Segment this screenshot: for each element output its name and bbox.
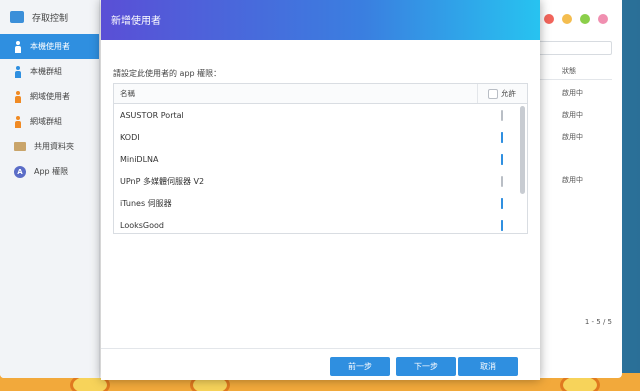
sidebar-item-label: 本機使用者 (30, 42, 70, 51)
folder-icon (14, 142, 26, 151)
allow-checkbox[interactable] (501, 109, 503, 121)
sidebar-item-local-groups[interactable]: 本機群組 (0, 59, 99, 84)
group-icon (14, 65, 22, 78)
pin-icon[interactable] (598, 14, 608, 24)
allow-checkbox[interactable] (501, 175, 503, 187)
list-item: MiniDLNA (114, 148, 527, 170)
next-button[interactable]: 下一步 (396, 357, 456, 376)
status-column-header[interactable]: 狀態 (532, 66, 612, 80)
allow-column-header: 允許 (477, 84, 527, 103)
dialog-divider (101, 348, 540, 349)
sidebar: 存取控制 本機使用者 本機群組 網域使用者 網域群組 共用資料夾 A App 權… (0, 0, 100, 378)
minimize-icon[interactable] (562, 14, 572, 24)
app-icon: A (14, 165, 26, 178)
close-icon[interactable] (544, 14, 554, 24)
search-input[interactable] (532, 41, 612, 55)
app-title-label: 存取控制 (32, 13, 69, 24)
window-controls (544, 14, 608, 24)
dialog-title: 新增使用者 (101, 0, 540, 40)
status-cell: 啟用中 (562, 133, 583, 141)
select-all-checkbox[interactable] (488, 88, 498, 99)
app-name: MiniDLNA (120, 154, 159, 164)
app-title: 存取控制 (0, 0, 99, 34)
app-name: ASUSTOR Portal (120, 110, 184, 120)
sidebar-item-label: 本機群組 (30, 67, 62, 76)
domain-group-icon (14, 115, 22, 128)
add-user-dialog: 新增使用者 請設定此使用者的 app 權限： 名稱 允許 ASUSTOR Por… (101, 0, 540, 380)
list-item: iTunes 伺服器 (114, 192, 527, 214)
sidebar-item-label: App 權限 (34, 167, 69, 176)
status-cell: 啟用中 (562, 89, 583, 97)
name-column-header: 名稱 (120, 89, 135, 98)
sidebar-item-domain-users[interactable]: 網域使用者 (0, 84, 99, 109)
list-item: KODI (114, 126, 527, 148)
allow-label: 允許 (501, 89, 516, 98)
list-item: UPnP 多媒體伺服器 V2 (114, 170, 527, 192)
sidebar-item-label: 共用資料夾 (34, 142, 74, 151)
list-header: 名稱 允許 (114, 84, 527, 104)
sidebar-item-label: 網域使用者 (30, 92, 70, 101)
domain-user-icon (14, 90, 22, 103)
app-permission-list: 名稱 允許 ASUSTOR Portal KODI MiniDLNA UPnP … (113, 83, 528, 234)
pagination: 1 - 5 / 5 (584, 318, 612, 326)
app-name: LooksGood (120, 220, 164, 230)
allow-checkbox[interactable] (501, 219, 503, 231)
app-name: KODI (120, 132, 140, 142)
cancel-button[interactable]: 取消 (458, 357, 518, 376)
list-item: ASUSTOR Portal (114, 104, 527, 126)
allow-checkbox[interactable] (501, 153, 503, 165)
app-name: UPnP 多媒體伺服器 V2 (120, 176, 205, 186)
allow-checkbox[interactable] (501, 131, 503, 143)
sidebar-item-app-privileges[interactable]: A App 權限 (0, 159, 99, 184)
sidebar-item-shared-folders[interactable]: 共用資料夾 (0, 134, 99, 159)
list-scrollbar[interactable] (520, 106, 525, 194)
allow-checkbox[interactable] (501, 197, 503, 209)
access-control-icon (10, 11, 24, 23)
previous-button[interactable]: 前一步 (330, 357, 390, 376)
user-icon (14, 40, 22, 53)
sidebar-item-local-users[interactable]: 本機使用者 (0, 34, 99, 59)
status-cell: 啟用中 (562, 111, 583, 119)
list-item: LooksGood (114, 214, 527, 233)
app-name: iTunes 伺服器 (120, 198, 172, 208)
sidebar-item-domain-groups[interactable]: 網域群組 (0, 109, 99, 134)
maximize-icon[interactable] (580, 14, 590, 24)
status-cell: 啟用中 (562, 176, 583, 184)
sidebar-item-label: 網域群組 (30, 117, 62, 126)
dialog-instruction: 請設定此使用者的 app 權限： (113, 69, 222, 78)
